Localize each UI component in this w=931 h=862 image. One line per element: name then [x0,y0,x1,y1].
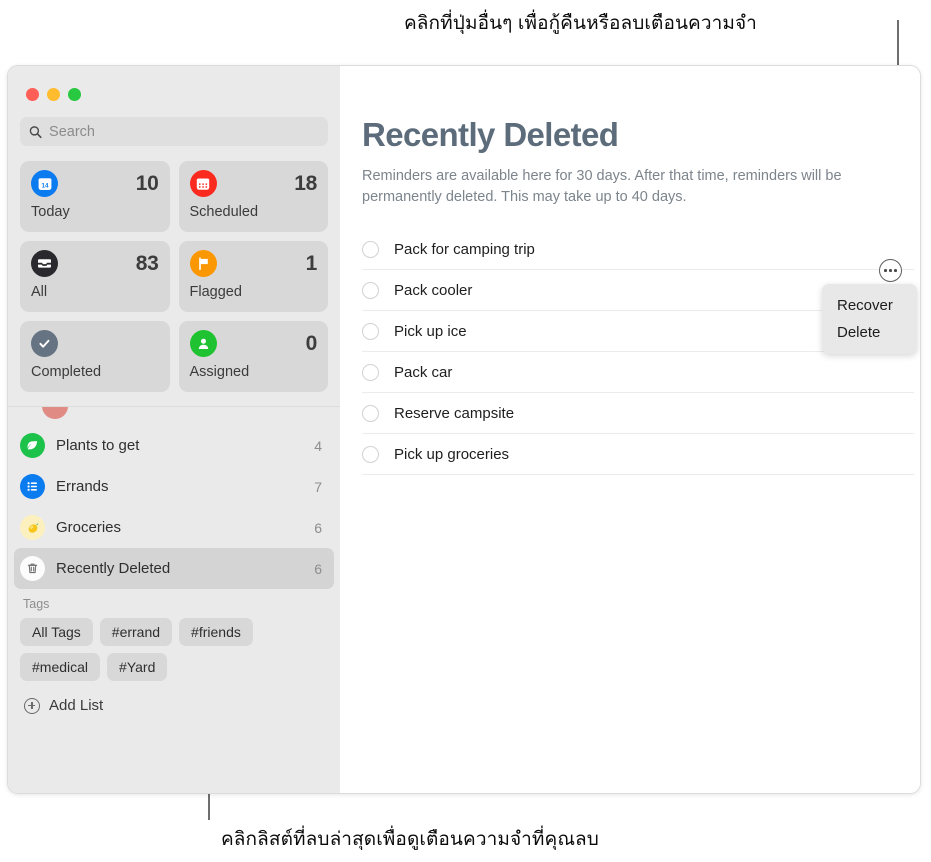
lists-scroll-area[interactable]: Plants to get 4 Errands 7 Groceries 6 Re… [8,406,340,793]
reminders-app-window: 14 10 Today [7,65,921,794]
callout-top-text: คลิกที่ปุ่มอื่นๆ เพื่อกู้คืนหรือลบเตือนค… [404,13,757,34]
ellipsis-circle-icon[interactable] [879,259,902,282]
reminder-row[interactable]: Pick up groceries [362,434,914,476]
sidebar-list-groceries[interactable]: Groceries 6 [14,507,334,548]
search-field[interactable] [20,117,328,146]
tag-medical[interactable]: #medical [20,653,101,681]
sidebar-list-errands[interactable]: Errands 7 [14,466,334,507]
context-menu: Recover Delete [822,284,917,354]
svg-text:14: 14 [41,182,48,189]
leaf-icon [20,433,45,458]
tag-friends[interactable]: #friends [179,618,253,646]
main-content: Recently Deleted Reminders are available… [340,66,920,793]
close-button[interactable] [26,88,39,101]
list-label: Recently Deleted [56,560,171,577]
trash-icon [20,556,45,581]
reminder-checkbox[interactable] [362,445,379,463]
calendar-day-icon: 14 [31,170,58,197]
quick-label-assigned: Assigned [189,364,250,380]
inbox-tray-icon [31,250,58,277]
reminder-title: Reserve campsite [394,404,515,422]
quick-label-today: Today [31,204,70,220]
add-list-label: Add List [49,697,104,714]
lemon-icon [20,515,45,540]
reminder-checkbox[interactable] [362,363,379,381]
reminder-title: Pick up ice [394,322,467,340]
quick-card-flagged[interactable]: 1 Flagged [178,241,328,312]
search-container [8,101,340,146]
reminder-row[interactable]: Reserve campsite [362,393,914,435]
reminder-title: Pack car [394,363,453,381]
search-icon [29,125,42,138]
quick-label-all: All [31,284,48,300]
quick-count-assigned: 0 [305,331,318,355]
tag-errand[interactable]: #errand [99,618,173,646]
reminder-row[interactable]: Pack car [362,352,914,394]
quick-label-completed: Completed [31,364,102,380]
reminder-title: Pack for camping trip [394,240,535,258]
quick-count-all: 83 [135,251,159,275]
person-icon [189,330,217,357]
menu-item-recover[interactable]: Recover [822,292,917,319]
quick-count-scheduled: 18 [294,171,317,195]
list-label: Errands [56,478,109,495]
plus-circle-icon [24,697,40,714]
calendar-icon [189,170,217,197]
list-count: 7 [314,478,322,495]
dot [889,269,892,272]
quick-label-flagged: Flagged [189,284,242,300]
lists-container: Plants to get 4 Errands 7 Groceries 6 Re… [8,407,340,589]
menu-item-delete[interactable]: Delete [822,319,917,346]
sidebar: 14 10 Today [8,66,340,793]
quick-card-today[interactable]: 14 10 Today [20,161,170,232]
quick-card-assigned[interactable]: 0 Assigned [178,321,328,392]
tag-yard[interactable]: #Yard [107,653,168,681]
checkmark-icon [31,330,58,357]
reminder-checkbox[interactable] [362,322,379,340]
quick-count-flagged: 1 [305,251,318,275]
flag-icon [189,250,217,277]
callout-bottom-text: คลิกลิสต์ที่ลบล่าสุดเพื่อดูเตือนความจำที… [221,829,599,850]
search-input[interactable] [49,123,319,140]
sidebar-list-plants-to-get[interactable]: Plants to get 4 [14,425,334,466]
reminder-checkbox[interactable] [362,240,379,258]
quick-access-grid: 14 10 Today 18 Scheduled 83 All 1 Flagge… [8,146,340,392]
reminder-title: Pack cooler [394,281,473,299]
list-icon [20,474,45,499]
reminder-checkbox[interactable] [362,281,379,299]
tags-list: All Tags #errand #friends #medical #Yard [20,618,328,681]
tags-section: Tags All Tags #errand #friends #medical … [8,589,340,681]
quick-label-scheduled: Scheduled [189,204,259,220]
minimize-button[interactable] [47,88,60,101]
tag-all-tags[interactable]: All Tags [20,618,93,646]
reminder-checkbox[interactable] [362,404,379,422]
page-title: Recently Deleted [362,116,619,153]
reminder-row[interactable]: Pack for camping trip [362,229,914,271]
dot [894,269,897,272]
tags-heading: Tags [23,597,50,611]
quick-card-scheduled[interactable]: 18 Scheduled [178,161,328,232]
list-label: Plants to get [56,437,140,454]
quick-card-all[interactable]: 83 All [20,241,170,312]
list-count: 4 [314,437,322,454]
zoom-button[interactable] [68,88,81,101]
list-count: 6 [314,519,322,536]
sidebar-list-recently-deleted[interactable]: Recently Deleted 6 [14,548,334,589]
dot [884,269,887,272]
list-label: Groceries [56,519,122,536]
add-list-button[interactable]: Add List [8,681,340,730]
reminder-title: Pick up groceries [394,445,510,463]
list-count: 6 [314,560,322,577]
quick-count-today: 10 [135,171,159,195]
window-controls [8,66,340,101]
page-description: Reminders are available here for 30 days… [362,168,842,205]
quick-card-completed[interactable]: Completed [20,321,170,392]
